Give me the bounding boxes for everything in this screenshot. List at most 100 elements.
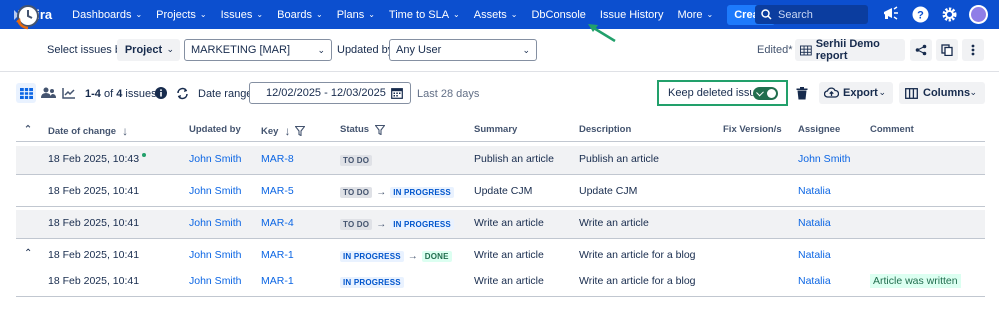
nav-item-dbconsole[interactable]: DbConsole: [531, 9, 585, 21]
share-icon: [915, 44, 927, 56]
filter-icon[interactable]: [295, 126, 306, 136]
status-transition: TO DO → IN PROGRESS: [340, 186, 454, 198]
nav-item-dashboards[interactable]: Dashboards ⌄: [72, 9, 142, 21]
issue-count: 1-4 of 4 issues: [85, 88, 157, 100]
chevron-down-icon: ⌄: [315, 10, 323, 19]
column-header-comment[interactable]: Comment: [870, 124, 914, 135]
date-text: 18 Feb 2025, 10:41: [48, 275, 140, 287]
info-icon[interactable]: [154, 84, 167, 102]
status-from-badge: TO DO: [340, 187, 373, 198]
issue-key-link[interactable]: MAR-1: [261, 275, 294, 287]
help-icon[interactable]: ?: [911, 5, 929, 23]
date-text: 18 Feb 2025, 10:41: [48, 217, 140, 229]
column-header-updated-by[interactable]: Updated by: [189, 124, 241, 135]
issue-key-link[interactable]: MAR-1: [261, 249, 294, 261]
chevron-down-icon: ⌄: [522, 45, 530, 55]
trash-icon[interactable]: [794, 84, 810, 102]
export-label: Export: [843, 87, 878, 99]
column-header-description[interactable]: Description: [579, 124, 631, 135]
assignee-link[interactable]: Natalia: [798, 249, 831, 261]
updated-by-link[interactable]: John Smith: [189, 185, 242, 197]
sort-down-icon[interactable]: ↓: [122, 124, 128, 138]
updated-by-link[interactable]: John Smith: [189, 275, 242, 287]
collapse-all-icon[interactable]: ⌃: [24, 124, 32, 135]
issue-key-link[interactable]: MAR-5: [261, 185, 294, 197]
updated-by-label: Updated by:: [337, 44, 397, 56]
more-vertical-icon: [971, 44, 975, 56]
table-view-icon[interactable]: [16, 83, 36, 103]
project-select[interactable]: MARKETING [MAR] ⌄: [184, 39, 332, 61]
description-cell: Publish an article: [579, 153, 659, 165]
nav-item-boards[interactable]: Boards ⌄: [277, 9, 323, 21]
date-range-input[interactable]: 12/02/2025 - 12/03/2025: [249, 82, 411, 104]
report-button[interactable]: Serhii Demo report: [795, 38, 905, 62]
chevron-down-icon: ⌄: [135, 10, 143, 19]
chevron-down-icon: ⌄: [199, 10, 207, 19]
people-view-icon[interactable]: [39, 84, 57, 102]
arrow-right-icon: →: [376, 219, 387, 230]
last-days-label: Last 28 days: [417, 88, 480, 100]
project-select-value: MARKETING [MAR]: [191, 44, 291, 56]
nav-item-assets[interactable]: Assets ⌄: [474, 9, 518, 21]
column-header-summary[interactable]: Summary: [474, 124, 517, 135]
description-cell: Update CJM: [579, 185, 638, 197]
copy-button[interactable]: [936, 39, 958, 61]
sort-down-icon[interactable]: ↓: [284, 124, 290, 138]
column-header-date-label: Date of change: [48, 125, 117, 137]
select-issues-value: Project: [124, 44, 163, 56]
share-button[interactable]: [910, 39, 932, 61]
row-divider: [16, 174, 985, 175]
column-header-date[interactable]: Date of change ↓: [48, 124, 128, 138]
edited-label: Edited*: [757, 44, 793, 56]
updated-by-link[interactable]: John Smith: [189, 249, 242, 261]
user-avatar[interactable]: [969, 5, 988, 24]
status-transition: TO DO → IN PROGRESS: [340, 218, 454, 230]
nav-item-plans[interactable]: Plans ⌄: [337, 9, 375, 21]
copy-icon: [941, 44, 953, 56]
column-header-key-label: Key: [261, 125, 279, 137]
settings-gear-icon[interactable]: [940, 5, 958, 23]
search-input[interactable]: Search: [755, 5, 868, 24]
issue-key-link[interactable]: MAR-4: [261, 217, 294, 229]
updated-by-link[interactable]: John Smith: [189, 153, 242, 165]
summary-cell: Update CJM: [474, 185, 533, 197]
chevron-down-icon: ⌄: [706, 10, 714, 19]
filter-icon[interactable]: [375, 124, 386, 135]
issue-key-link[interactable]: MAR-8: [261, 153, 294, 165]
status-from-badge: TO DO: [340, 155, 373, 166]
column-header-status[interactable]: Status: [340, 124, 386, 135]
export-button[interactable]: Export ⌄: [819, 82, 893, 104]
nav-item-projects[interactable]: Projects ⌄: [156, 9, 206, 21]
row-divider: [16, 238, 985, 239]
select-issues-dropdown[interactable]: Project ⌄: [117, 39, 180, 61]
column-header-assignee[interactable]: Assignee: [798, 124, 840, 135]
column-header-fix-version[interactable]: Fix Version/s: [723, 124, 782, 135]
chevron-down-icon: ⌄: [453, 10, 460, 19]
arrow-right-icon: →: [407, 251, 418, 262]
report-label: Serhii Demo report: [815, 38, 880, 62]
updated-by-select[interactable]: Any User ⌄: [389, 39, 537, 61]
chart-view-icon[interactable]: [60, 84, 78, 102]
megaphone-icon[interactable]: [882, 5, 900, 23]
columns-button[interactable]: Columns ⌄: [899, 82, 985, 104]
nav-item-issue-history[interactable]: Issue History: [600, 9, 664, 21]
description-cell: Write an article for a blog: [579, 275, 696, 287]
nav-item-time-to-sla[interactable]: Time to SLA ⌄: [389, 9, 460, 21]
assignee-link[interactable]: Natalia: [798, 275, 831, 287]
nav-item-issues[interactable]: Issues ⌄: [221, 9, 264, 21]
more-actions-button[interactable]: [962, 39, 984, 61]
refresh-icon[interactable]: [175, 84, 189, 102]
assignee-link[interactable]: Natalia: [798, 185, 831, 197]
updated-by-link[interactable]: John Smith: [189, 217, 242, 229]
assignee-link[interactable]: John Smith: [798, 153, 851, 165]
collapse-row-icon[interactable]: ⌃: [24, 248, 32, 259]
date-of-change: 18 Feb 2025, 10:43: [48, 153, 147, 165]
assignee-link[interactable]: Natalia: [798, 217, 831, 229]
row-divider: [16, 206, 985, 207]
keep-deleted-toggle[interactable]: [753, 87, 778, 100]
header-divider: [16, 141, 985, 142]
nav-item-more[interactable]: More ⌄: [677, 9, 713, 21]
issue-count-range: 1-4: [85, 88, 101, 100]
date-text: 18 Feb 2025, 10:43: [48, 153, 140, 165]
column-header-key[interactable]: Key ↓: [261, 124, 306, 138]
